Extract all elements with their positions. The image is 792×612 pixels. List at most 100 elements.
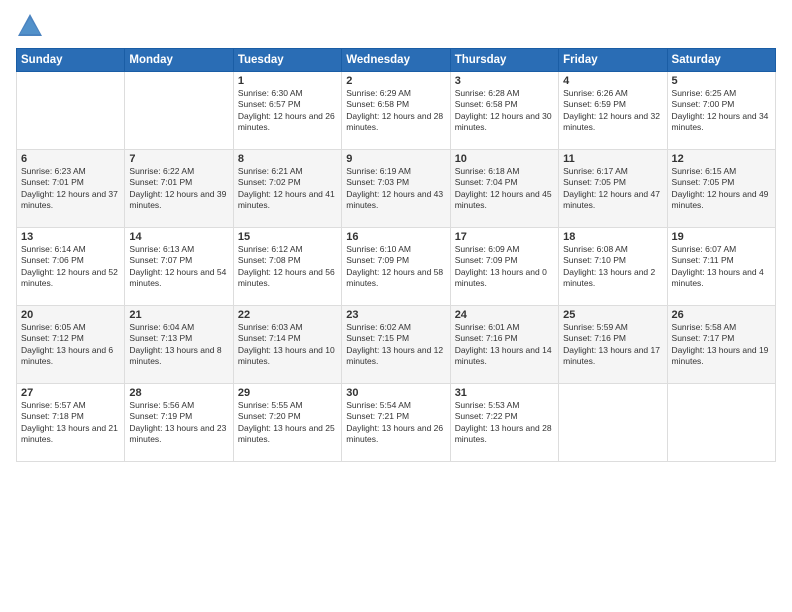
logo-icon [16, 12, 44, 40]
weekday-header: Friday [559, 49, 667, 72]
day-info: Sunrise: 6:07 AM Sunset: 7:11 PM Dayligh… [672, 244, 771, 290]
calendar-cell: 19Sunrise: 6:07 AM Sunset: 7:11 PM Dayli… [667, 228, 775, 306]
calendar-cell: 26Sunrise: 5:58 AM Sunset: 7:17 PM Dayli… [667, 306, 775, 384]
day-number: 7 [129, 153, 228, 165]
calendar-cell: 2Sunrise: 6:29 AM Sunset: 6:58 PM Daylig… [342, 72, 450, 150]
weekday-row: SundayMondayTuesdayWednesdayThursdayFrid… [17, 49, 776, 72]
day-info: Sunrise: 6:26 AM Sunset: 6:59 PM Dayligh… [563, 88, 662, 134]
header [16, 12, 776, 40]
calendar-cell: 20Sunrise: 6:05 AM Sunset: 7:12 PM Dayli… [17, 306, 125, 384]
calendar-header: SundayMondayTuesdayWednesdayThursdayFrid… [17, 49, 776, 72]
day-info: Sunrise: 6:22 AM Sunset: 7:01 PM Dayligh… [129, 166, 228, 212]
day-info: Sunrise: 5:59 AM Sunset: 7:16 PM Dayligh… [563, 322, 662, 368]
day-number: 1 [238, 75, 337, 87]
day-info: Sunrise: 6:19 AM Sunset: 7:03 PM Dayligh… [346, 166, 445, 212]
calendar-cell: 11Sunrise: 6:17 AM Sunset: 7:05 PM Dayli… [559, 150, 667, 228]
weekday-header: Thursday [450, 49, 558, 72]
weekday-header: Saturday [667, 49, 775, 72]
calendar-week-row: 27Sunrise: 5:57 AM Sunset: 7:18 PM Dayli… [17, 384, 776, 462]
calendar-cell: 3Sunrise: 6:28 AM Sunset: 6:58 PM Daylig… [450, 72, 558, 150]
calendar-week-row: 13Sunrise: 6:14 AM Sunset: 7:06 PM Dayli… [17, 228, 776, 306]
calendar-cell: 10Sunrise: 6:18 AM Sunset: 7:04 PM Dayli… [450, 150, 558, 228]
calendar-cell: 28Sunrise: 5:56 AM Sunset: 7:19 PM Dayli… [125, 384, 233, 462]
day-info: Sunrise: 6:21 AM Sunset: 7:02 PM Dayligh… [238, 166, 337, 212]
calendar-cell: 24Sunrise: 6:01 AM Sunset: 7:16 PM Dayli… [450, 306, 558, 384]
day-number: 8 [238, 153, 337, 165]
day-number: 24 [455, 309, 554, 321]
day-number: 20 [21, 309, 120, 321]
day-info: Sunrise: 6:02 AM Sunset: 7:15 PM Dayligh… [346, 322, 445, 368]
calendar-cell: 25Sunrise: 5:59 AM Sunset: 7:16 PM Dayli… [559, 306, 667, 384]
day-info: Sunrise: 6:12 AM Sunset: 7:08 PM Dayligh… [238, 244, 337, 290]
day-info: Sunrise: 6:30 AM Sunset: 6:57 PM Dayligh… [238, 88, 337, 134]
calendar-week-row: 6Sunrise: 6:23 AM Sunset: 7:01 PM Daylig… [17, 150, 776, 228]
calendar-cell: 22Sunrise: 6:03 AM Sunset: 7:14 PM Dayli… [233, 306, 341, 384]
calendar-cell: 12Sunrise: 6:15 AM Sunset: 7:05 PM Dayli… [667, 150, 775, 228]
calendar-cell: 15Sunrise: 6:12 AM Sunset: 7:08 PM Dayli… [233, 228, 341, 306]
calendar-cell: 30Sunrise: 5:54 AM Sunset: 7:21 PM Dayli… [342, 384, 450, 462]
calendar-cell [17, 72, 125, 150]
day-info: Sunrise: 6:03 AM Sunset: 7:14 PM Dayligh… [238, 322, 337, 368]
weekday-header: Sunday [17, 49, 125, 72]
day-number: 30 [346, 387, 445, 399]
page: SundayMondayTuesdayWednesdayThursdayFrid… [0, 0, 792, 612]
day-number: 15 [238, 231, 337, 243]
calendar-cell: 5Sunrise: 6:25 AM Sunset: 7:00 PM Daylig… [667, 72, 775, 150]
day-info: Sunrise: 5:54 AM Sunset: 7:21 PM Dayligh… [346, 400, 445, 446]
calendar-cell: 27Sunrise: 5:57 AM Sunset: 7:18 PM Dayli… [17, 384, 125, 462]
day-number: 31 [455, 387, 554, 399]
day-info: Sunrise: 5:55 AM Sunset: 7:20 PM Dayligh… [238, 400, 337, 446]
day-info: Sunrise: 6:25 AM Sunset: 7:00 PM Dayligh… [672, 88, 771, 134]
calendar-cell [667, 384, 775, 462]
day-number: 19 [672, 231, 771, 243]
weekday-header: Wednesday [342, 49, 450, 72]
calendar-cell: 17Sunrise: 6:09 AM Sunset: 7:09 PM Dayli… [450, 228, 558, 306]
day-info: Sunrise: 6:18 AM Sunset: 7:04 PM Dayligh… [455, 166, 554, 212]
day-number: 14 [129, 231, 228, 243]
day-number: 2 [346, 75, 445, 87]
day-number: 13 [21, 231, 120, 243]
calendar-cell [559, 384, 667, 462]
calendar-cell: 8Sunrise: 6:21 AM Sunset: 7:02 PM Daylig… [233, 150, 341, 228]
day-info: Sunrise: 6:05 AM Sunset: 7:12 PM Dayligh… [21, 322, 120, 368]
calendar-cell: 21Sunrise: 6:04 AM Sunset: 7:13 PM Dayli… [125, 306, 233, 384]
day-number: 23 [346, 309, 445, 321]
calendar-cell: 18Sunrise: 6:08 AM Sunset: 7:10 PM Dayli… [559, 228, 667, 306]
day-info: Sunrise: 6:09 AM Sunset: 7:09 PM Dayligh… [455, 244, 554, 290]
day-number: 25 [563, 309, 662, 321]
day-number: 21 [129, 309, 228, 321]
day-info: Sunrise: 5:53 AM Sunset: 7:22 PM Dayligh… [455, 400, 554, 446]
weekday-header: Monday [125, 49, 233, 72]
day-number: 16 [346, 231, 445, 243]
calendar-cell [125, 72, 233, 150]
calendar-cell: 31Sunrise: 5:53 AM Sunset: 7:22 PM Dayli… [450, 384, 558, 462]
calendar-week-row: 1Sunrise: 6:30 AM Sunset: 6:57 PM Daylig… [17, 72, 776, 150]
day-number: 4 [563, 75, 662, 87]
day-number: 28 [129, 387, 228, 399]
day-info: Sunrise: 6:28 AM Sunset: 6:58 PM Dayligh… [455, 88, 554, 134]
day-info: Sunrise: 6:17 AM Sunset: 7:05 PM Dayligh… [563, 166, 662, 212]
day-info: Sunrise: 6:14 AM Sunset: 7:06 PM Dayligh… [21, 244, 120, 290]
day-number: 5 [672, 75, 771, 87]
day-number: 10 [455, 153, 554, 165]
calendar-week-row: 20Sunrise: 6:05 AM Sunset: 7:12 PM Dayli… [17, 306, 776, 384]
calendar-cell: 7Sunrise: 6:22 AM Sunset: 7:01 PM Daylig… [125, 150, 233, 228]
calendar-cell: 6Sunrise: 6:23 AM Sunset: 7:01 PM Daylig… [17, 150, 125, 228]
calendar-cell: 1Sunrise: 6:30 AM Sunset: 6:57 PM Daylig… [233, 72, 341, 150]
calendar: SundayMondayTuesdayWednesdayThursdayFrid… [16, 48, 776, 462]
day-info: Sunrise: 6:15 AM Sunset: 7:05 PM Dayligh… [672, 166, 771, 212]
day-info: Sunrise: 6:10 AM Sunset: 7:09 PM Dayligh… [346, 244, 445, 290]
day-info: Sunrise: 6:04 AM Sunset: 7:13 PM Dayligh… [129, 322, 228, 368]
calendar-cell: 23Sunrise: 6:02 AM Sunset: 7:15 PM Dayli… [342, 306, 450, 384]
day-number: 12 [672, 153, 771, 165]
day-info: Sunrise: 6:08 AM Sunset: 7:10 PM Dayligh… [563, 244, 662, 290]
day-info: Sunrise: 5:57 AM Sunset: 7:18 PM Dayligh… [21, 400, 120, 446]
calendar-cell: 13Sunrise: 6:14 AM Sunset: 7:06 PM Dayli… [17, 228, 125, 306]
day-number: 29 [238, 387, 337, 399]
day-info: Sunrise: 6:01 AM Sunset: 7:16 PM Dayligh… [455, 322, 554, 368]
day-number: 18 [563, 231, 662, 243]
logo [16, 12, 48, 40]
calendar-cell: 29Sunrise: 5:55 AM Sunset: 7:20 PM Dayli… [233, 384, 341, 462]
day-info: Sunrise: 5:56 AM Sunset: 7:19 PM Dayligh… [129, 400, 228, 446]
day-number: 3 [455, 75, 554, 87]
